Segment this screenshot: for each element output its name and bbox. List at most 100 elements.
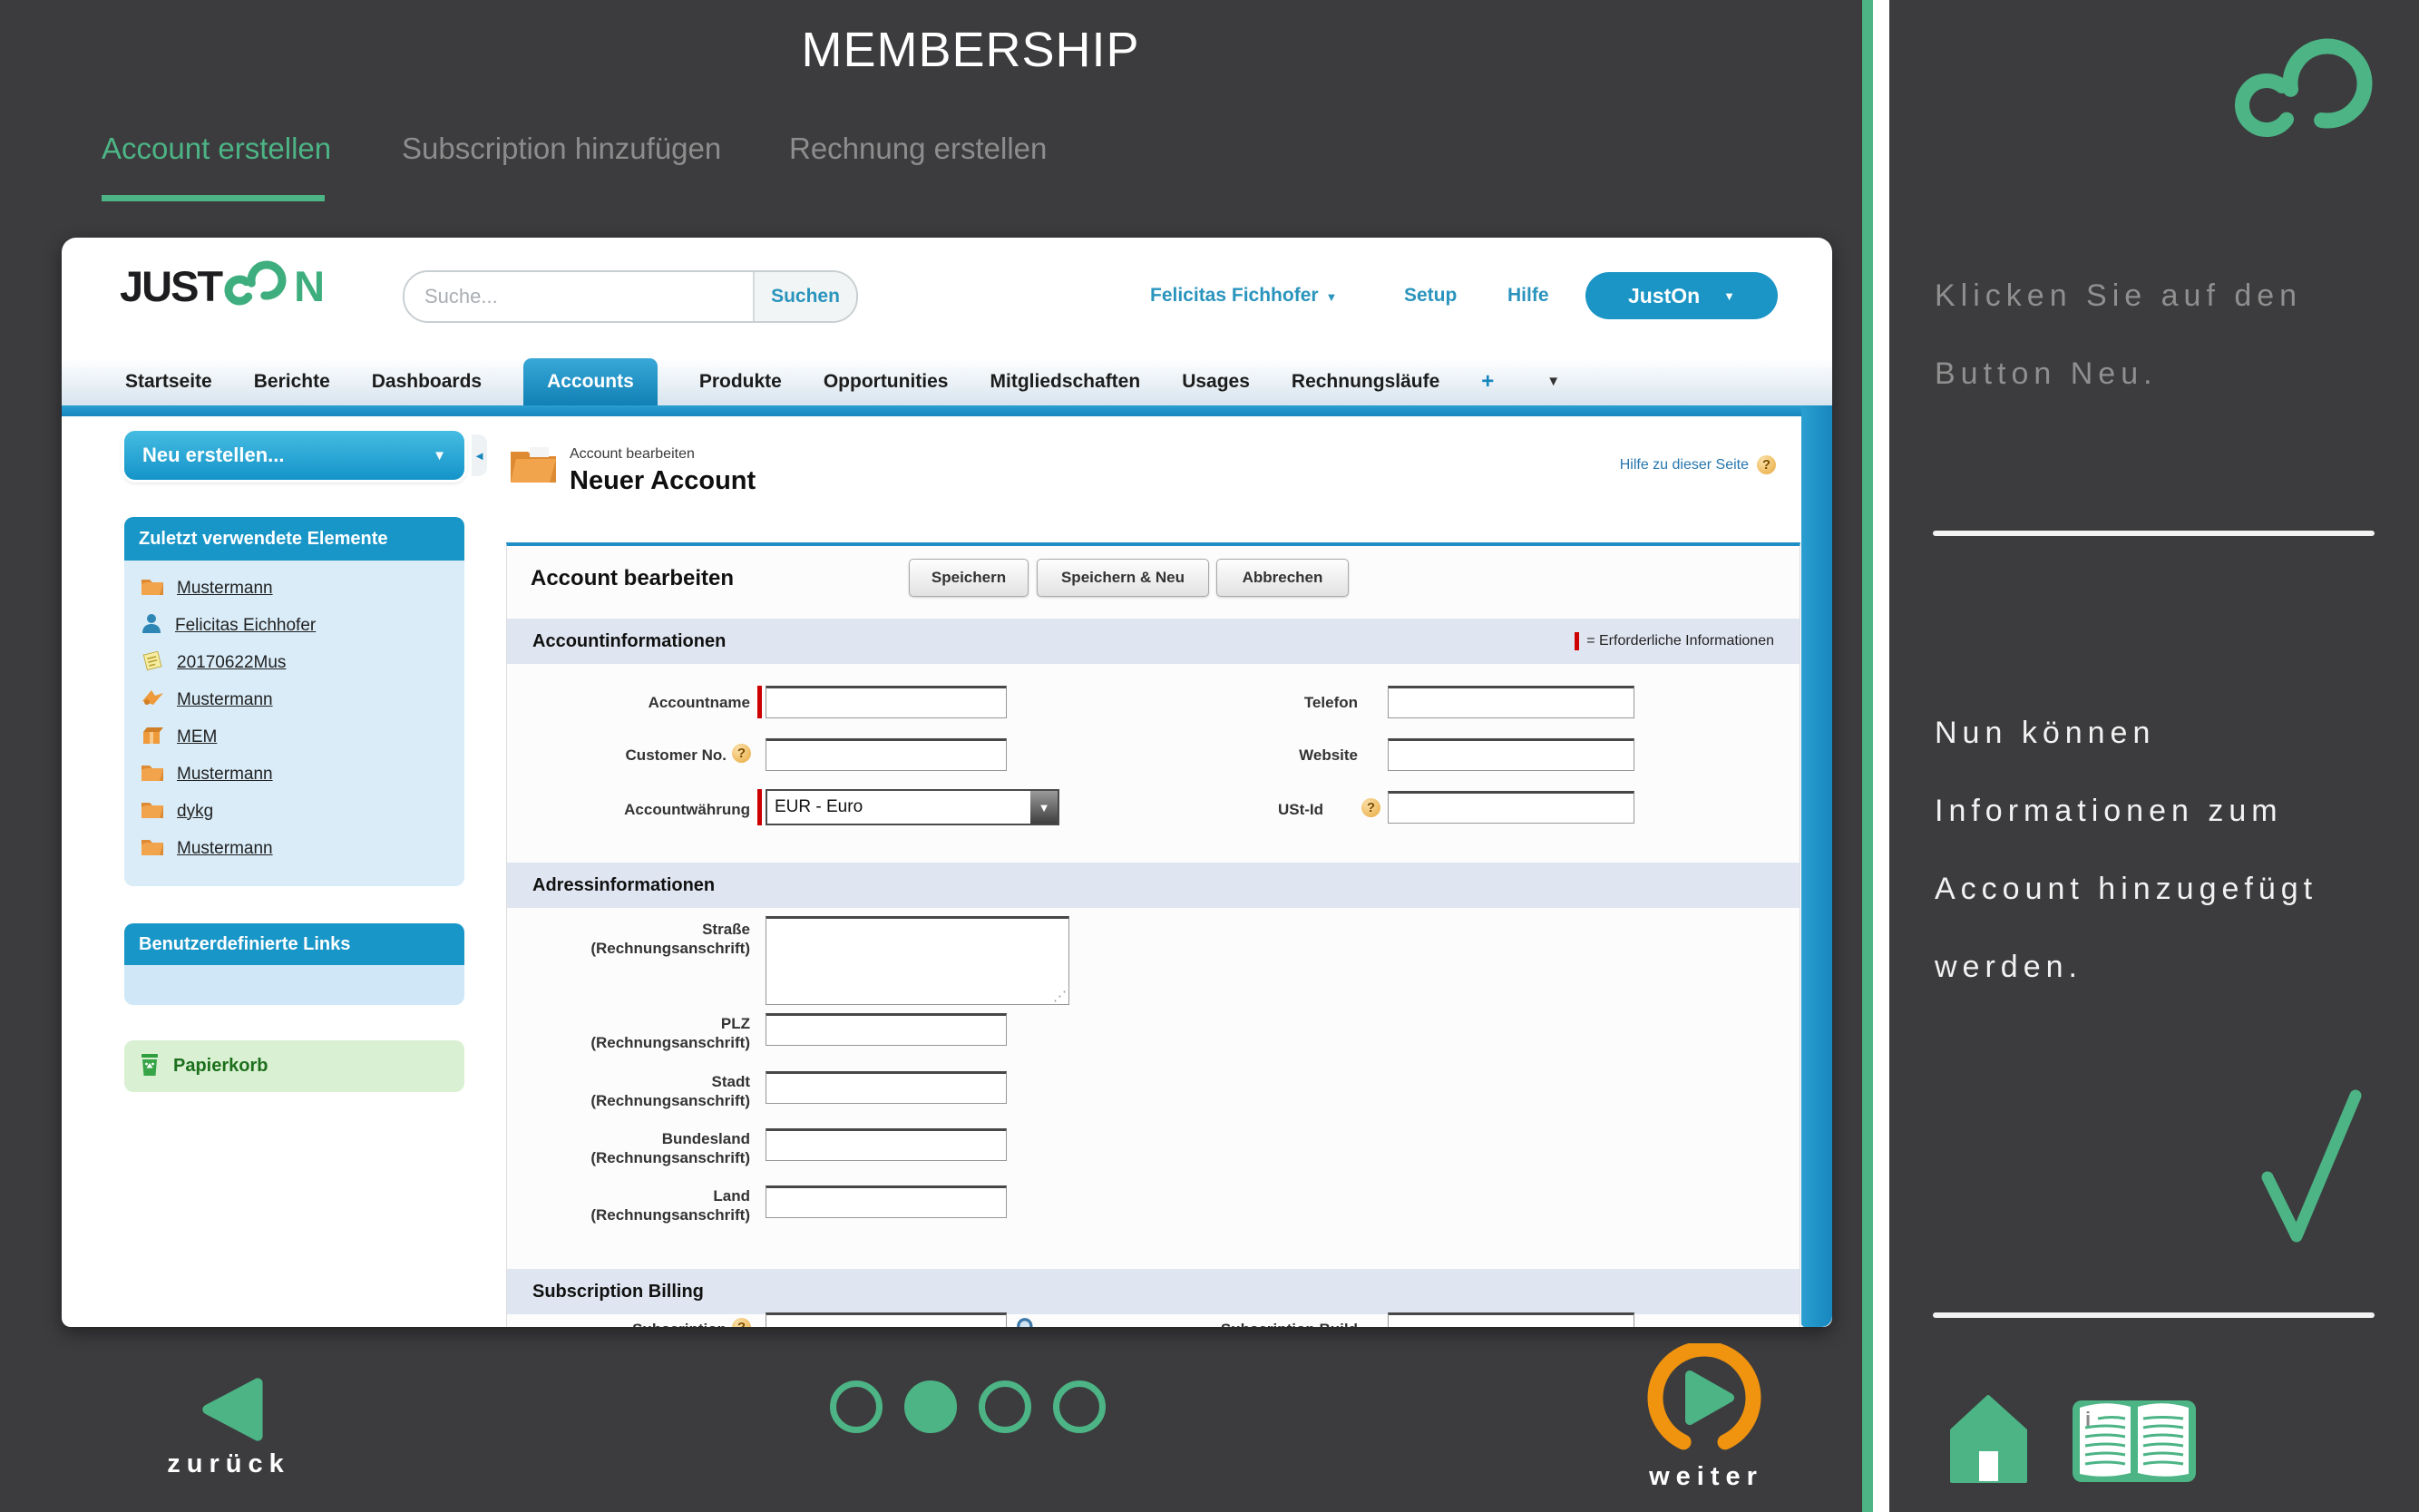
logo-text-n: N [294, 261, 324, 311]
field-label-bundesland: Bundesland (Rechnungsanschrift) [507, 1129, 750, 1167]
user-menu[interactable]: Felicitas Fichhofer▼ [1150, 285, 1337, 307]
section-address-info: Adressinformationen [507, 863, 1800, 908]
carousel-dot[interactable] [830, 1380, 883, 1433]
help-question-icon[interactable]: ? [1757, 455, 1776, 474]
search-input[interactable] [405, 272, 753, 321]
carousel-dots [830, 1380, 1106, 1433]
list-item: Mustermann [124, 570, 464, 607]
lookup-magnifier-icon[interactable] [1015, 1316, 1039, 1327]
tab-mitgliedschaften[interactable]: Mitgliedschaften [990, 358, 1141, 405]
bundesland-field[interactable] [766, 1128, 1007, 1161]
land-field[interactable] [766, 1185, 1007, 1218]
slide-canvas: MEMBERSHIP Account erstellen Subscriptio… [0, 0, 2419, 1512]
recycle-bin[interactable]: Papierkorb [124, 1040, 464, 1092]
strasse-textarea[interactable] [766, 916, 1069, 1005]
tab-usages[interactable]: Usages [1182, 358, 1250, 405]
tab-berichte[interactable]: Berichte [254, 358, 330, 405]
currency-select[interactable]: EUR - Euro ▼ [766, 789, 1059, 825]
section-subscription-billing: Subscription Billing [507, 1269, 1800, 1314]
recent-link[interactable]: dykg [177, 802, 213, 822]
recent-link[interactable]: Mustermann [177, 579, 273, 599]
field-help-icon[interactable]: ? [1361, 798, 1380, 817]
next-arrow-icon[interactable] [1644, 1343, 1764, 1468]
list-item: dykg [124, 793, 464, 830]
custom-links-panel [124, 965, 464, 1005]
instruction-previous: Klicken Sie auf den Button Neu. [1935, 257, 2370, 413]
tab-bar-underline [62, 405, 1832, 416]
app-switcher[interactable]: JustOn▼ [1585, 272, 1778, 319]
setup-link[interactable]: Setup [1404, 285, 1457, 307]
step-tab-rechnung-erstellen[interactable]: Rechnung erstellen [789, 132, 1047, 166]
tab-opportunities[interactable]: Opportunities [824, 358, 949, 405]
recent-link[interactable]: Mustermann [177, 690, 273, 710]
chevron-down-icon: ▼ [433, 448, 446, 463]
active-step-underline [102, 195, 325, 201]
carousel-dot[interactable] [979, 1380, 1031, 1433]
subscription-field[interactable] [766, 1312, 1007, 1327]
required-marker-icon [1575, 632, 1579, 650]
help-link-top[interactable]: Hilfe [1507, 285, 1549, 307]
field-label-subscription: Subscription [541, 1320, 727, 1327]
field-label-telefon: Telefon [1142, 693, 1358, 712]
main-tab-bar: Startseite Berichte Dashboards Accounts … [62, 358, 1832, 405]
plz-field[interactable] [766, 1013, 1007, 1046]
next-button[interactable]: weiter [1634, 1462, 1779, 1492]
section-account-info: Accountinformationen = Erforderliche Inf… [507, 619, 1800, 664]
recent-link[interactable]: MEM [177, 727, 217, 747]
cloud-logo-icon [224, 257, 291, 316]
divider-line [1933, 1312, 2375, 1318]
list-item: Felicitas Eichhofer [124, 607, 464, 644]
field-label-accountname: Accountname [541, 693, 750, 712]
chevron-down-icon: ▼ [1326, 290, 1338, 304]
step-tab-subscription-hinzufuegen[interactable]: Subscription hinzufügen [402, 132, 721, 166]
stadt-field[interactable] [766, 1071, 1007, 1104]
checkmark-icon [2260, 1087, 2365, 1254]
tab-add-plus[interactable]: + [1481, 358, 1494, 405]
user-icon [141, 612, 162, 639]
juston-logo: JUST N [120, 256, 324, 316]
tab-dashboards[interactable]: Dashboards [372, 358, 482, 405]
website-field[interactable] [1388, 738, 1634, 771]
field-help-icon[interactable]: ? [732, 744, 751, 763]
currency-select-value: EUR - Euro [767, 791, 1030, 824]
subscription-build-field[interactable] [1388, 1312, 1634, 1327]
home-icon[interactable] [1950, 1395, 2027, 1488]
chevron-down-icon: ▼ [1723, 289, 1735, 303]
create-new-dropdown[interactable]: Neu erstellen... ▼ [124, 431, 464, 480]
tab-startseite[interactable]: Startseite [125, 358, 212, 405]
handbook-icon[interactable]: i [2071, 1393, 2198, 1491]
slide-title: MEMBERSHIP [766, 22, 1175, 78]
carousel-dot-active[interactable] [904, 1380, 957, 1433]
tab-accounts[interactable]: Accounts [523, 358, 658, 405]
window-right-border [1801, 405, 1832, 1327]
carousel-dot[interactable] [1053, 1380, 1106, 1433]
sidebar-collapse-handle[interactable]: ◄ [472, 434, 487, 476]
cancel-button[interactable]: Abbrechen [1216, 559, 1349, 597]
recent-link[interactable]: Felicitas Eichhofer [175, 616, 316, 636]
recent-link[interactable]: 20170622Mus [177, 653, 286, 673]
tab-rechnungslaeufe[interactable]: Rechnungsläufe [1292, 358, 1439, 405]
save-and-new-button[interactable]: Speichern & Neu [1037, 559, 1209, 597]
global-search: Suchen [403, 270, 858, 323]
telefon-field[interactable] [1388, 686, 1634, 718]
field-label-currency: Accountwährung [541, 800, 750, 819]
panel-separator-green [1862, 0, 1873, 1512]
customer-no-field[interactable] [766, 738, 1007, 771]
recent-link[interactable]: Mustermann [177, 839, 273, 859]
tabs-overflow-icon[interactable]: ▼ [1546, 358, 1560, 405]
search-button[interactable]: Suchen [753, 272, 856, 321]
tab-produkte[interactable]: Produkte [699, 358, 782, 405]
back-button[interactable]: zurück [132, 1449, 325, 1479]
custom-links-header: Benutzerdefinierte Links [124, 923, 464, 965]
list-item: Mustermann [124, 830, 464, 867]
recent-link[interactable]: Mustermann [177, 765, 273, 785]
step-tab-account-erstellen[interactable]: Account erstellen [102, 132, 331, 166]
save-button[interactable]: Speichern [909, 559, 1029, 597]
field-help-icon[interactable]: ? [732, 1318, 751, 1327]
accountname-field[interactable] [766, 686, 1007, 718]
field-label-ustid: USt-Id [1142, 800, 1323, 819]
ustid-field[interactable] [1388, 791, 1634, 824]
field-label-website: Website [1142, 746, 1358, 765]
page-help-link[interactable]: Hilfe zu dieser Seite [1620, 457, 1749, 473]
back-arrow-icon[interactable] [196, 1375, 267, 1449]
